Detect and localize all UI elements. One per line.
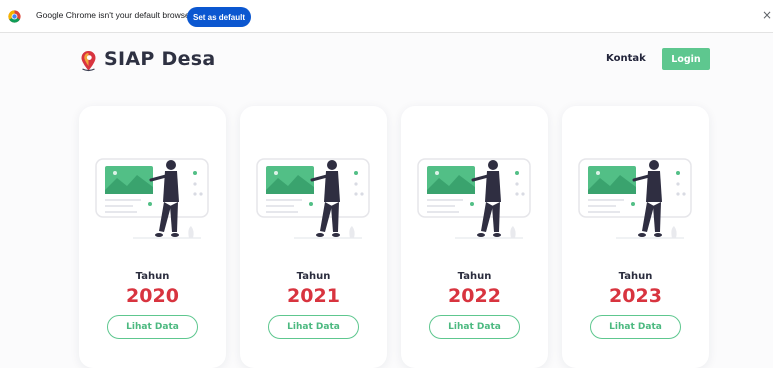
- lihat-data-button[interactable]: Lihat Data: [590, 315, 681, 339]
- lihat-data-button[interactable]: Lihat Data: [429, 315, 520, 339]
- year-card-2022: Tahun 2022 Lihat Data: [401, 106, 548, 368]
- presentation-illustration: [95, 158, 209, 239]
- lihat-data-button[interactable]: Lihat Data: [268, 315, 359, 339]
- login-button[interactable]: Login: [662, 48, 710, 70]
- default-browser-infobar: Google Chrome isn't your default browser…: [0, 0, 773, 33]
- presentation-illustration: [578, 158, 692, 239]
- presentation-illustration: [256, 158, 370, 239]
- card-heading: Tahun: [296, 271, 331, 282]
- set-as-default-button[interactable]: Set as default: [187, 7, 251, 27]
- presentation-illustration: [417, 158, 531, 239]
- card-year: 2020: [126, 285, 179, 307]
- card-heading: Tahun: [457, 271, 492, 282]
- brand-title[interactable]: SIAP Desa: [104, 48, 216, 70]
- card-heading: Tahun: [618, 271, 653, 282]
- lihat-data-button[interactable]: Lihat Data: [107, 315, 198, 339]
- close-icon[interactable]: ×: [762, 8, 772, 22]
- pin-map-icon: [81, 51, 96, 72]
- card-year: 2021: [287, 285, 340, 307]
- card-heading: Tahun: [135, 271, 170, 282]
- year-card-2021: Tahun 2021 Lihat Data: [240, 106, 387, 368]
- chrome-icon: [8, 10, 21, 23]
- card-year: 2023: [609, 285, 662, 307]
- year-card-2023: Tahun 2023 Lihat Data: [562, 106, 709, 368]
- card-year: 2022: [448, 285, 501, 307]
- year-card-2020: Tahun 2020 Lihat Data: [79, 106, 226, 368]
- infobar-message: Google Chrome isn't your default browser: [36, 10, 193, 20]
- nav-kontak-link[interactable]: Kontak: [606, 53, 646, 64]
